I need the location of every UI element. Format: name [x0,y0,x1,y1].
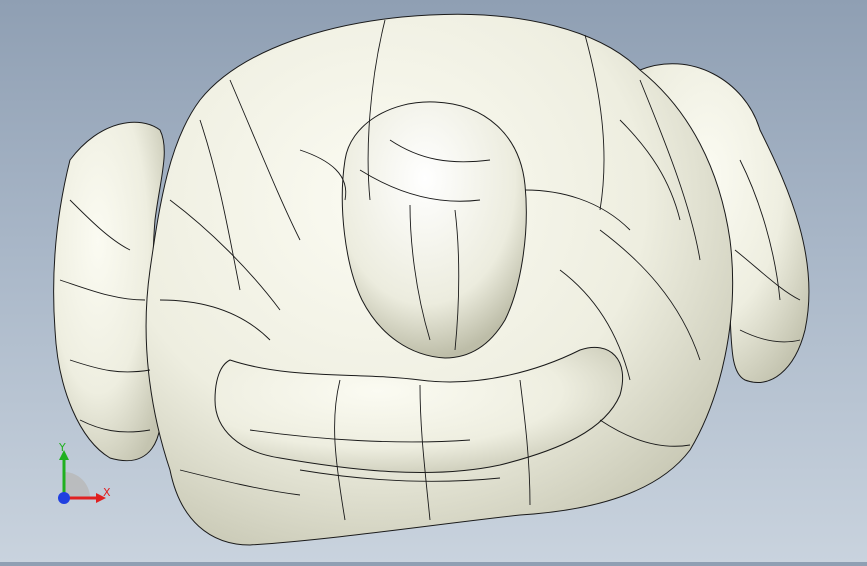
coordinate-triad: Y X [50,440,120,510]
model-view[interactable] [0,0,867,562]
y-axis-label: Y [59,441,66,454]
graphics-viewport[interactable]: Y X [0,0,867,562]
x-axis-label: X [103,486,111,499]
